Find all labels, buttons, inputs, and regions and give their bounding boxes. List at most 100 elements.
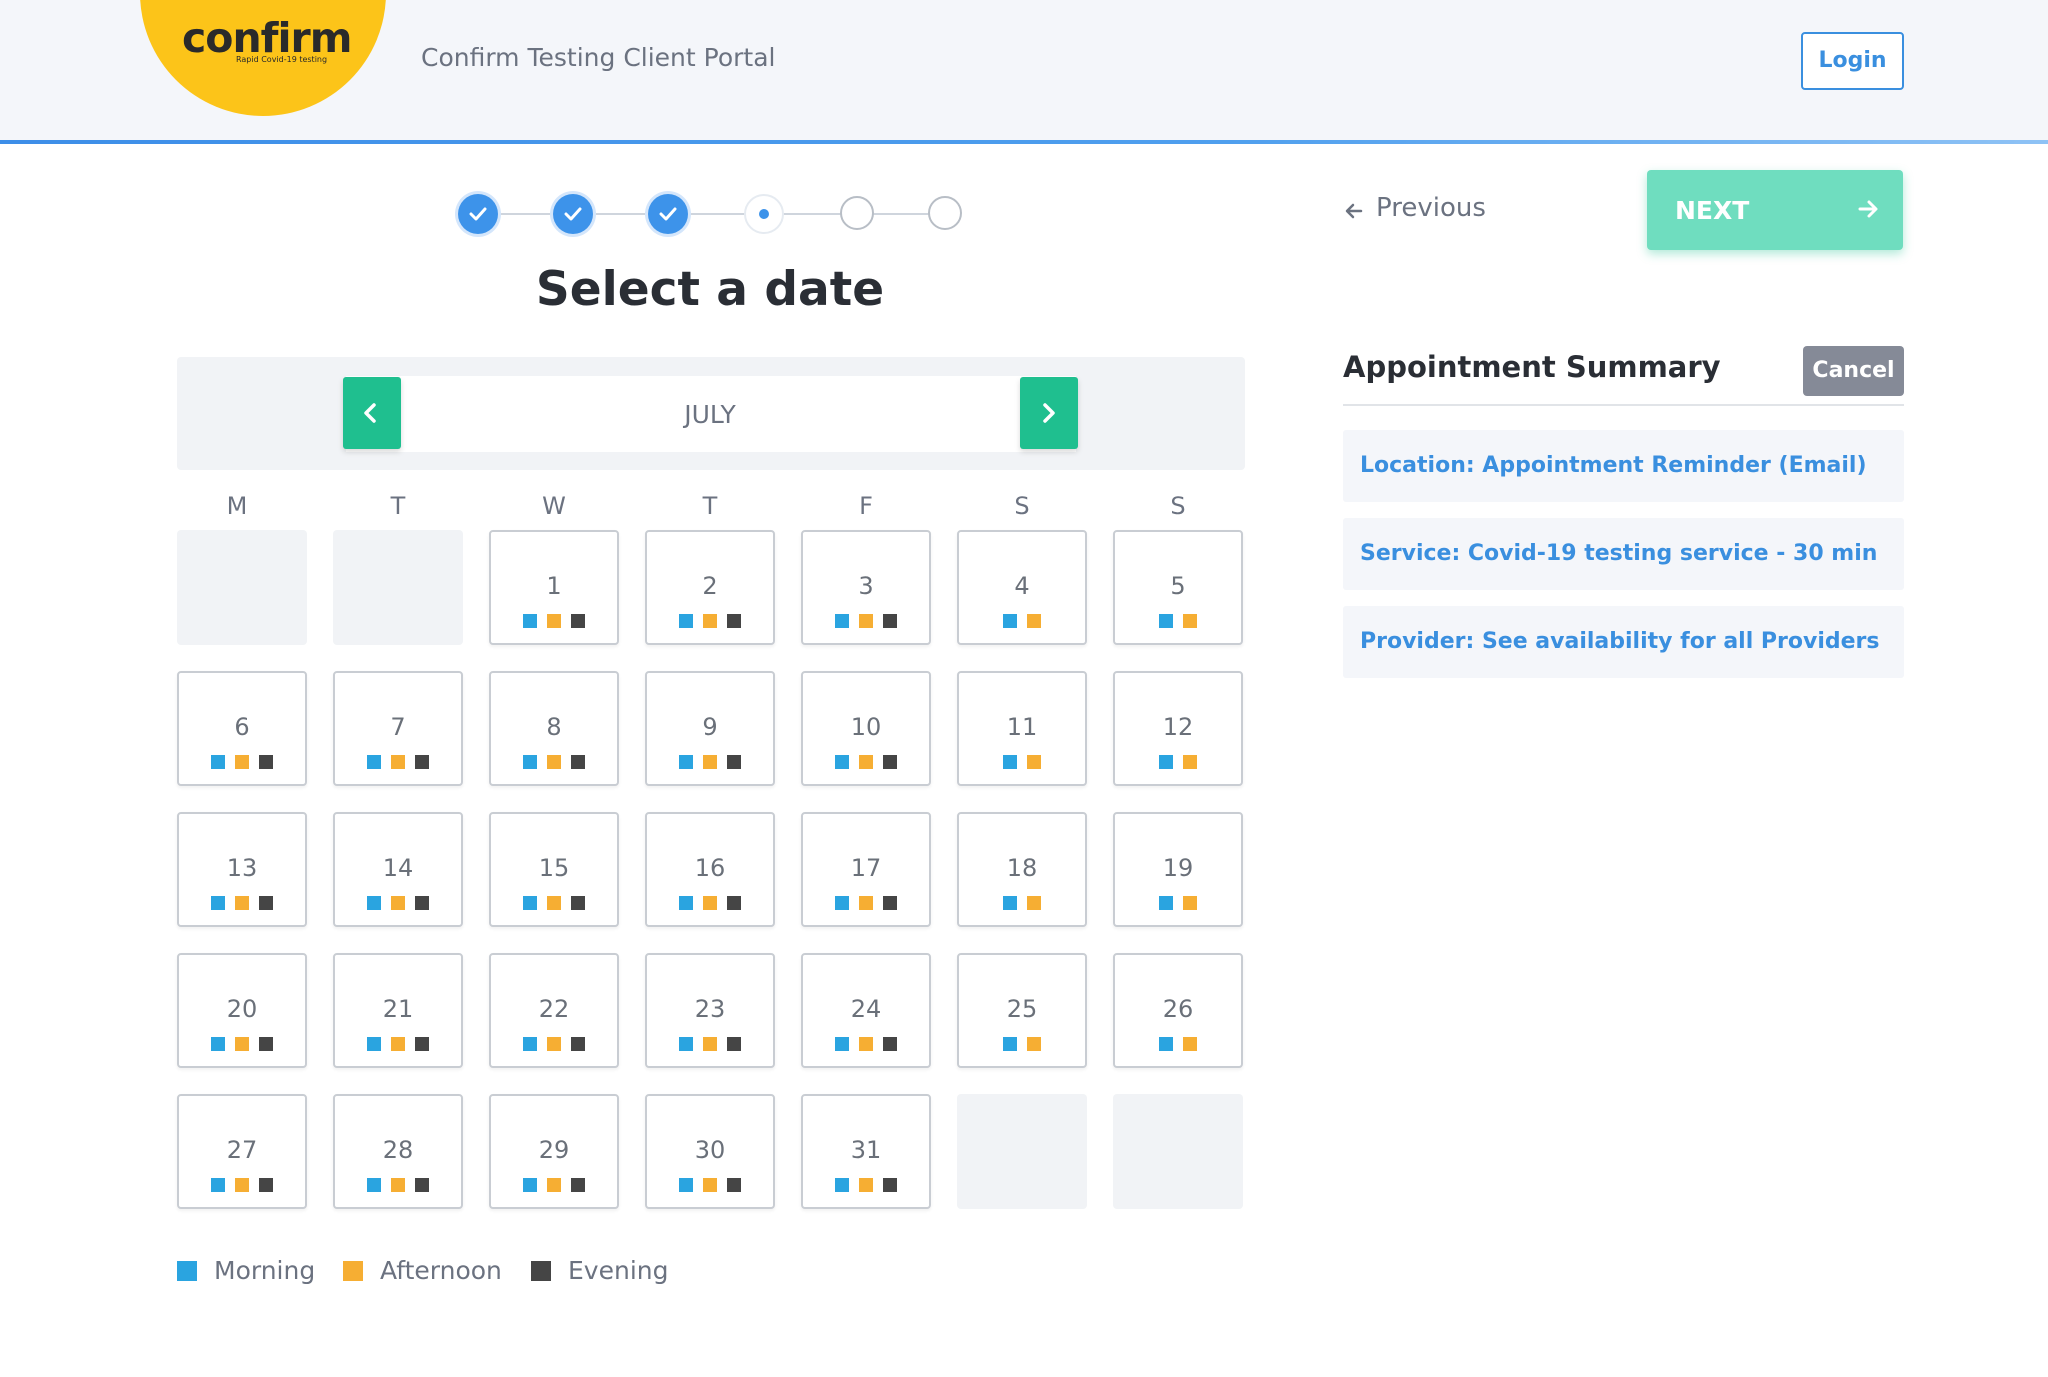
availability-markers	[1115, 896, 1241, 910]
day-number: 1	[546, 572, 562, 600]
summary-service[interactable]: Service: Covid-19 testing service - 30 m…	[1343, 518, 1904, 590]
day-number: 25	[1006, 995, 1038, 1023]
evening-availability-marker	[571, 1037, 585, 1051]
morning-availability-marker	[523, 896, 537, 910]
day-number: 19	[1162, 854, 1194, 882]
day-number: 27	[226, 1136, 258, 1164]
previous-label: Previous	[1376, 193, 1486, 223]
morning-availability-marker	[679, 1037, 693, 1051]
morning-availability-marker	[367, 1037, 381, 1051]
calendar-day[interactable]: 23	[645, 953, 775, 1068]
calendar-day[interactable]: 29	[489, 1094, 619, 1209]
calendar-day[interactable]: 26	[1113, 953, 1243, 1068]
availability-markers	[803, 1178, 929, 1192]
calendar-day[interactable]: 11	[957, 671, 1087, 786]
weekday-label: M	[226, 492, 248, 520]
login-button[interactable]: Login	[1801, 32, 1904, 90]
calendar-day[interactable]: 30	[645, 1094, 775, 1209]
arrow-right-icon	[1858, 200, 1878, 218]
calendar-day[interactable]: 5	[1113, 530, 1243, 645]
calendar-day[interactable]: 18	[957, 812, 1087, 927]
availability-markers	[959, 896, 1085, 910]
cancel-button[interactable]: Cancel	[1803, 346, 1904, 396]
calendar-day[interactable]: 20	[177, 953, 307, 1068]
availability-markers	[335, 896, 461, 910]
afternoon-availability-marker	[235, 1178, 249, 1192]
calendar-day[interactable]: 15	[489, 812, 619, 927]
afternoon-availability-marker	[235, 1037, 249, 1051]
day-number: 10	[850, 713, 882, 741]
calendar-day[interactable]: 14	[333, 812, 463, 927]
morning-availability-marker	[367, 896, 381, 910]
appointment-summary-title: Appointment Summary	[1343, 350, 1721, 384]
availability-markers	[647, 1037, 773, 1051]
calendar-day[interactable]: 22	[489, 953, 619, 1068]
calendar-day[interactable]: 9	[645, 671, 775, 786]
next-button[interactable]: NEXT	[1647, 170, 1903, 250]
evening-availability-marker	[727, 1037, 741, 1051]
calendar-day[interactable]: 27	[177, 1094, 307, 1209]
afternoon-availability-marker	[235, 896, 249, 910]
calendar-day[interactable]: 24	[801, 953, 931, 1068]
calendar-day[interactable]: 2	[645, 530, 775, 645]
header-divider	[0, 140, 2048, 144]
availability-markers	[647, 896, 773, 910]
day-number: 28	[382, 1136, 414, 1164]
calendar-day[interactable]: 10	[801, 671, 931, 786]
afternoon-availability-marker	[391, 1178, 405, 1192]
day-number: 4	[1014, 572, 1030, 600]
availability-markers	[491, 896, 617, 910]
calendar-day[interactable]: 3	[801, 530, 931, 645]
summary-provider[interactable]: Provider: See availability for all Provi…	[1343, 606, 1904, 678]
next-label: NEXT	[1675, 196, 1750, 225]
day-number: 20	[226, 995, 258, 1023]
next-month-button[interactable]	[1020, 377, 1078, 449]
step-2-done	[553, 194, 593, 234]
day-number: 12	[1162, 713, 1194, 741]
calendar-day[interactable]: 17	[801, 812, 931, 927]
evening-availability-marker	[883, 1178, 897, 1192]
check-icon	[659, 207, 677, 221]
afternoon-availability-marker	[703, 614, 717, 628]
availability-markers	[335, 1178, 461, 1192]
afternoon-availability-marker	[703, 755, 717, 769]
afternoon-availability-marker	[547, 896, 561, 910]
day-number: 16	[694, 854, 726, 882]
calendar-empty-cell	[957, 1094, 1087, 1209]
calendar-day[interactable]: 28	[333, 1094, 463, 1209]
portal-title: Confirm Testing Client Portal	[421, 43, 776, 72]
morning-availability-marker	[211, 896, 225, 910]
afternoon-availability-marker	[1027, 755, 1041, 769]
calendar-day[interactable]: 12	[1113, 671, 1243, 786]
afternoon-availability-marker	[547, 755, 561, 769]
morning-availability-marker	[211, 1178, 225, 1192]
calendar-day[interactable]: 16	[645, 812, 775, 927]
day-number: 13	[226, 854, 258, 882]
calendar-day[interactable]: 4	[957, 530, 1087, 645]
morning-availability-marker	[835, 755, 849, 769]
previous-month-button[interactable]	[343, 377, 401, 449]
step-3-done	[648, 194, 688, 234]
month-label: JULY	[684, 400, 736, 429]
calendar-day[interactable]: 31	[801, 1094, 931, 1209]
legend-label: Afternoon	[380, 1256, 502, 1285]
calendar-day[interactable]: 19	[1113, 812, 1243, 927]
calendar-day[interactable]: 7	[333, 671, 463, 786]
calendar-day[interactable]: 6	[177, 671, 307, 786]
calendar-day[interactable]: 21	[333, 953, 463, 1068]
calendar-day[interactable]: 25	[957, 953, 1087, 1068]
day-number: 26	[1162, 995, 1194, 1023]
summary-location[interactable]: Location: Appointment Reminder (Email)	[1343, 430, 1904, 502]
calendar-day[interactable]: 1	[489, 530, 619, 645]
evening-availability-marker	[727, 896, 741, 910]
day-number: 24	[850, 995, 882, 1023]
availability-markers	[179, 1037, 305, 1051]
availability-markers	[179, 1178, 305, 1192]
day-number: 15	[538, 854, 570, 882]
availability-markers	[491, 755, 617, 769]
weekday-label: S	[1014, 492, 1030, 520]
calendar-day[interactable]: 13	[177, 812, 307, 927]
legend-label: Evening	[568, 1256, 669, 1285]
calendar-day[interactable]: 8	[489, 671, 619, 786]
afternoon-availability-marker	[703, 1178, 717, 1192]
